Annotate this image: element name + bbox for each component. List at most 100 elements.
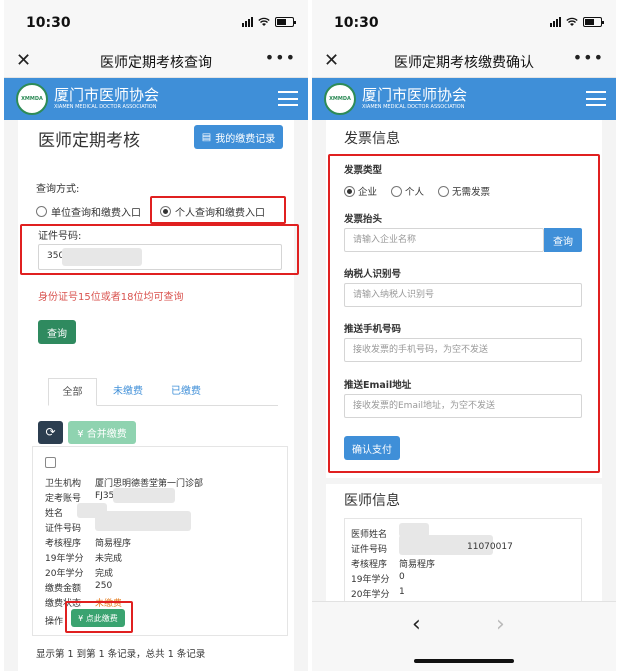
status-bar: 10:30 — [312, 0, 616, 44]
right-phone-screen: 10:30 ✕ 医师定期考核缴费确认 ••• XMMDA 厦门市医师协会 XIA… — [312, 0, 616, 671]
taxpayer-id-label: 纳税人识别号 — [344, 269, 402, 280]
brand-subtitle: XIAMEN MEDICAL DOCTOR ASSOCIATION — [362, 104, 465, 110]
tab-unpaid[interactable]: 未缴费 — [102, 378, 154, 406]
doctor-info-card: 医师姓名 证件号码 11070017 考核程序 简易程序 19年学分 0 20年… — [344, 518, 582, 604]
radio-enterprise-option[interactable]: 企业 — [344, 184, 377, 198]
doctor-credit20-value: 1 — [399, 587, 405, 597]
nav-bar: ✕ 医师定期考核查询 ••• — [4, 44, 308, 78]
highlight-invoice-form — [328, 154, 600, 473]
credit20-label: 20年学分 — [45, 569, 84, 579]
query-panel: 医师定期考核 ▤ 我的缴费记录 查询方式: 单位查询和缴费入口 个人查询和缴费入口… — [18, 120, 299, 671]
doctor-cert-label: 证件号码 — [351, 545, 388, 555]
wifi-icon — [258, 17, 270, 26]
list-icon: ▤ — [201, 131, 212, 143]
record-count-footer: 显示第 1 到第 1 条记录，总共 1 条记录 — [36, 649, 206, 660]
nav-bar: ✕ 医师定期考核缴费确认 ••• — [312, 44, 616, 78]
refresh-icon[interactable]: ⟳ — [38, 421, 63, 444]
account-label: 定考账号 — [45, 494, 82, 504]
doctor-credit19-label: 19年学分 — [351, 575, 390, 585]
highlight-cert-input — [20, 224, 299, 275]
invoice-type-label: 发票类型 — [344, 165, 383, 176]
battery-icon — [275, 17, 296, 27]
email-label: 推送Email地址 — [344, 380, 412, 391]
signal-icon — [550, 17, 561, 27]
program-label: 考核程序 — [45, 539, 82, 549]
home-indicator — [414, 659, 514, 663]
phone-input[interactable]: 接收发票的手机号码，为空不发送 — [344, 338, 582, 362]
more-icon[interactable]: ••• — [573, 48, 604, 67]
brand-name: 厦门市医师协会 — [362, 86, 468, 104]
record-checkbox[interactable] — [45, 457, 56, 468]
status-icons — [550, 17, 604, 27]
redacted-cert-number — [95, 511, 191, 531]
record-card: 卫生机构 厦门思明德善堂第一门诊部 定考账号 FJ35 姓名 证件号码 考核程序… — [32, 446, 288, 636]
invoice-query-button[interactable]: 查询 — [544, 228, 582, 252]
battery-icon — [583, 17, 604, 27]
payment-records-button[interactable]: ▤ 我的缴费记录 — [194, 125, 283, 149]
invoice-header-input[interactable]: 请输入企业名称 — [344, 228, 544, 252]
institution-label: 卫生机构 — [45, 479, 82, 489]
action-label: 操作 — [45, 617, 64, 627]
account-value: FJ35 — [95, 491, 115, 501]
left-phone-screen: 10:30 ✕ 医师定期考核查询 ••• XMMDA 厦门市医师协会 XIAME… — [4, 0, 308, 671]
credit20-value: 完成 — [95, 569, 114, 579]
tab-paid[interactable]: 已缴费 — [160, 378, 212, 406]
doctor-program-label: 考核程序 — [351, 560, 388, 570]
wifi-icon — [566, 17, 578, 26]
back-arrow-icon[interactable]: ‹ — [412, 612, 421, 637]
merge-pay-button[interactable]: ¥ 合并缴费 — [68, 421, 136, 444]
invoice-panel: 发票信息 发票类型 企业 个人 无需发票 发票抬头 请输入企业名称 查询 纳税人… — [326, 120, 602, 478]
highlight-pay-button — [65, 601, 133, 633]
credit19-value: 未完成 — [95, 554, 123, 564]
more-icon[interactable]: ••• — [265, 48, 296, 67]
doctor-credit20-label: 20年学分 — [351, 590, 390, 600]
phone-label: 推送手机号码 — [344, 324, 402, 335]
redacted-account — [113, 488, 175, 503]
status-time: 10:30 — [334, 15, 379, 31]
credit19-label: 19年学分 — [45, 554, 84, 564]
association-logo: XMMDA — [324, 83, 356, 115]
browser-bottom-bar: ‹ › — [312, 601, 616, 671]
doctor-program-value: 简易程序 — [399, 560, 436, 570]
email-input[interactable]: 接收发票的Email地址，为空不发送 — [344, 394, 582, 418]
doctor-name-label: 医师姓名 — [351, 530, 388, 540]
association-logo: XMMDA — [16, 83, 48, 115]
doctor-section-title: 医师信息 — [344, 493, 400, 509]
program-value: 简易程序 — [95, 539, 132, 549]
amount-value: 250 — [95, 581, 113, 591]
highlight-personal-radio — [150, 196, 286, 224]
doctor-info-panel: 医师信息 医师姓名 证件号码 11070017 考核程序 简易程序 19年学分 … — [326, 484, 602, 604]
query-method-label: 查询方式: — [36, 184, 80, 195]
brand-header: XMMDA 厦门市医师协会 XIAMEN MEDICAL DOCTOR ASSO… — [312, 78, 616, 120]
menu-icon[interactable] — [586, 91, 606, 106]
invoice-section-title: 发票信息 — [344, 131, 400, 147]
brand-subtitle: XIAMEN MEDICAL DOCTOR ASSOCIATION — [54, 104, 157, 110]
nav-title: 医师定期考核缴费确认 — [394, 55, 534, 71]
query-button[interactable]: 查询 — [38, 320, 76, 344]
doctor-credit19-value: 0 — [399, 572, 405, 582]
menu-icon[interactable] — [278, 91, 298, 106]
tab-bar: 全部 未缴费 已缴费 — [48, 378, 278, 406]
status-icons — [242, 17, 296, 27]
brand-name: 厦门市医师协会 — [54, 86, 160, 104]
name-label: 姓名 — [45, 509, 64, 519]
status-bar: 10:30 — [4, 0, 308, 44]
brand-header: XMMDA 厦门市医师协会 XIAMEN MEDICAL DOCTOR ASSO… — [4, 78, 308, 120]
invoice-type-radios: 企业 个人 无需发票 — [344, 184, 490, 198]
nav-title: 医师定期考核查询 — [100, 55, 212, 71]
radio-unit-option[interactable]: 单位查询和缴费入口 — [36, 204, 141, 219]
radio-personal-option[interactable]: 个人 — [391, 184, 424, 198]
doctor-cert-value: 11070017 — [467, 542, 513, 552]
radio-no-invoice-option[interactable]: 无需发票 — [438, 184, 490, 198]
cert-number-label: 证件号码 — [45, 524, 82, 534]
taxpayer-id-input[interactable]: 请输入纳税人识别号 — [344, 283, 582, 307]
amount-label: 缴费金额 — [45, 584, 82, 594]
cert-hint: 身份证号15位或者18位均可查询 — [38, 292, 184, 303]
tab-all[interactable]: 全部 — [48, 378, 97, 406]
invoice-header-label: 发票抬头 — [344, 214, 383, 225]
radio-unit[interactable] — [36, 206, 47, 217]
confirm-pay-button[interactable]: 确认支付 — [344, 436, 400, 460]
status-time: 10:30 — [26, 15, 71, 31]
forward-arrow-icon[interactable]: › — [496, 612, 505, 637]
page-title: 医师定期考核 — [38, 131, 140, 151]
